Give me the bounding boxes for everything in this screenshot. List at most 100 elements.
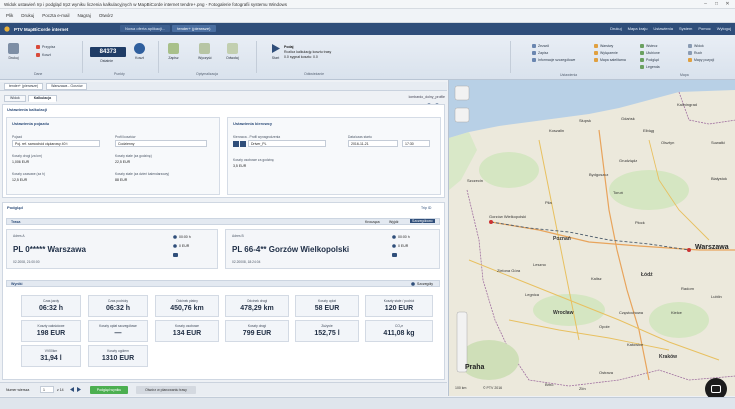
hours-cost-value: 3,5 EUR — [233, 164, 247, 168]
city-bialystok: Białystok — [711, 176, 728, 181]
menu-print[interactable]: Drukuj — [21, 13, 34, 18]
city-pila: Piła — [545, 200, 552, 205]
cancel-button[interactable]: Odwołaj — [226, 43, 239, 60]
route-section-title: Trasa — [11, 220, 21, 224]
row-nav-input[interactable]: 1 — [40, 386, 54, 393]
city-poznan: Poznań — [553, 236, 571, 242]
tab-view[interactable]: Widok — [4, 94, 26, 102]
menu-app-print[interactable]: Drukuj — [610, 26, 622, 31]
view-item[interactable]: Widok — [688, 44, 704, 48]
comment-icon[interactable] — [173, 253, 178, 257]
toggle-rolling[interactable]: Krocząca — [365, 220, 380, 224]
disable-item[interactable]: Wyłączenie — [594, 51, 618, 55]
add-button[interactable]: Koszt — [134, 43, 145, 60]
trip-id-link[interactable]: Trip ID — [421, 206, 431, 210]
app-tab-new-offer[interactable]: Nowa oferta aplikacji... — [120, 25, 171, 32]
menu-app-logout[interactable]: Wyloguj — [717, 26, 731, 31]
add-icon — [134, 43, 145, 54]
app-menu: Drukuj Mapa kraju Ustawienia System Pomo… — [610, 26, 731, 31]
stop-a-name: PL 0***** Warszawa — [13, 245, 86, 254]
tab-calculation[interactable]: Kalkulacja — [27, 94, 58, 102]
fixed-daily-label: Koszty stałe (za dzień kalendarzowy) — [115, 172, 170, 176]
driver-label: Kierowca - Profil wynagrodzenia — [233, 135, 281, 139]
city-kaliningrad: Kaliningrad — [677, 102, 698, 107]
start-time-input[interactable]: 17:30 — [402, 140, 430, 147]
close-icon[interactable]: ✕ — [723, 1, 732, 7]
save-icon — [168, 43, 179, 54]
window-titlebar: Widok ustawień Irp i podgląd Irp2 wyniku… — [0, 0, 735, 9]
info-icon — [532, 58, 536, 62]
fixed-daily-value: 88 EUR — [115, 178, 128, 182]
stop-b-duration: 00:00 h — [398, 235, 410, 239]
legend-item[interactable]: Legenda — [640, 65, 660, 69]
toggle-detailed[interactable]: Szczegółowo — [410, 219, 435, 223]
print-button[interactable]: Drukuj — [8, 43, 19, 60]
money-icon — [392, 244, 396, 248]
assign-button[interactable]: Przypisz — [36, 45, 55, 49]
start-date-label: Data/czas startu — [348, 135, 372, 139]
city-koszalin: Koszalin — [549, 128, 565, 133]
group-map-label: Mapa — [680, 73, 689, 77]
cost-profile-label: Profil kosztów — [115, 135, 136, 139]
menu-app-settings[interactable]: Ustawienia — [653, 26, 673, 31]
summary-title: Wyniki — [11, 282, 23, 286]
driver-select[interactable]: Driver_PL — [248, 140, 326, 147]
maximize-icon[interactable]: □ — [712, 1, 721, 7]
time-cost-label: Koszty czasowe (za h) — [12, 172, 45, 176]
details-item[interactable]: Informacje szczegółowe — [532, 58, 575, 62]
allow-item[interactable]: Zezwól — [532, 44, 549, 48]
save-map-item[interactable]: Zapisz — [532, 51, 548, 55]
menu-app-help[interactable]: Pomoc — [698, 26, 710, 31]
next-icon[interactable] — [77, 387, 82, 392]
comment-icon[interactable] — [392, 253, 397, 257]
menu-app-map[interactable]: Mapa kraju — [628, 26, 648, 31]
clear-button[interactable]: Wyczyść — [198, 43, 212, 60]
save-button[interactable]: Zapisz — [168, 43, 179, 60]
map-positions-item[interactable]: Mapy pozycji — [688, 58, 714, 62]
favorites-item[interactable]: Ulubione — [640, 51, 660, 55]
document-tabs: tender+ (pierwsze) Warszawa - Gorzów — [0, 82, 447, 91]
start-button[interactable]: Start — [270, 43, 281, 60]
map-view[interactable]: Warszawa Praha Poznań Łódź Wrocław Krakó… — [448, 80, 735, 396]
prev-icon[interactable] — [70, 387, 75, 392]
map-canvas — [449, 80, 735, 396]
satellite-item[interactable]: Mapa satelitarna — [594, 58, 626, 62]
stat-personnel-cost: Koszty osobowe 134 EUR — [155, 320, 219, 342]
assign-icon — [36, 45, 40, 49]
menu-file[interactable]: Plik — [6, 13, 13, 18]
summary-details-link[interactable]: Szczegóły — [417, 282, 433, 286]
last-counter[interactable]: 84373 — [90, 47, 126, 57]
results-title: Podgląd — [7, 205, 23, 210]
fixed-cost-value: 22,5 EUR — [115, 160, 131, 164]
row-nav-total: z 14 — [57, 388, 64, 392]
cancel-icon — [226, 43, 238, 54]
menu-app-system[interactable]: System — [679, 26, 692, 31]
stat-fixed-cost-trip: Koszty stałe / podróż 120 EUR — [365, 295, 433, 317]
start-date-input[interactable]: 2016-11-21 — [348, 140, 398, 147]
app-header: PTV MapBiCorde internet Nowa oferta apli… — [0, 23, 735, 35]
app-tab-tender[interactable]: tender+ (pierwsze) — [172, 25, 216, 32]
cost-small-button[interactable]: Koszt — [36, 53, 51, 57]
stop-b-date: 02.20008, 18:24:04 — [232, 260, 261, 264]
menu-burn[interactable]: Nagraj — [78, 13, 91, 18]
doc-tab-tender[interactable]: tender+ (pierwsze) — [4, 82, 44, 90]
layers-item[interactable]: Warstwy — [594, 44, 613, 48]
vehicle-card-title: Ustawienia pojazdu — [12, 121, 50, 126]
vehicle-select[interactable]: Poj. ref. samochód ciężarowy 40 t — [12, 140, 100, 147]
preview-item[interactable]: Podgląd — [640, 58, 659, 62]
toggle-exit[interactable]: Wyjdź — [389, 220, 399, 224]
traffic-item[interactable]: Ruch — [688, 51, 702, 55]
route-end-marker — [687, 248, 691, 252]
preview-result-button[interactable]: Podgląd wyniku — [90, 386, 128, 394]
menu-open[interactable]: Otwórz — [99, 13, 113, 18]
back-item[interactable]: Wstecz — [640, 44, 657, 48]
open-route-planning-button[interactable]: Otwórz w planowaniu trasy — [136, 386, 196, 394]
menu-email[interactable]: Poczta e-mail — [42, 13, 69, 18]
minimize-icon[interactable]: – — [701, 1, 710, 7]
money-icon — [173, 244, 177, 248]
doc-tab-route[interactable]: Warszawa - Gorzów — [46, 82, 88, 90]
cost-profile-select[interactable]: Codzienny — [115, 140, 207, 147]
bottom-bar: Numer wiersza 1 z 14 Podgląd wyniku Otwó… — [0, 382, 447, 396]
legend-icon — [640, 65, 644, 69]
group-refresh-label: Odświeżanie — [304, 72, 325, 76]
